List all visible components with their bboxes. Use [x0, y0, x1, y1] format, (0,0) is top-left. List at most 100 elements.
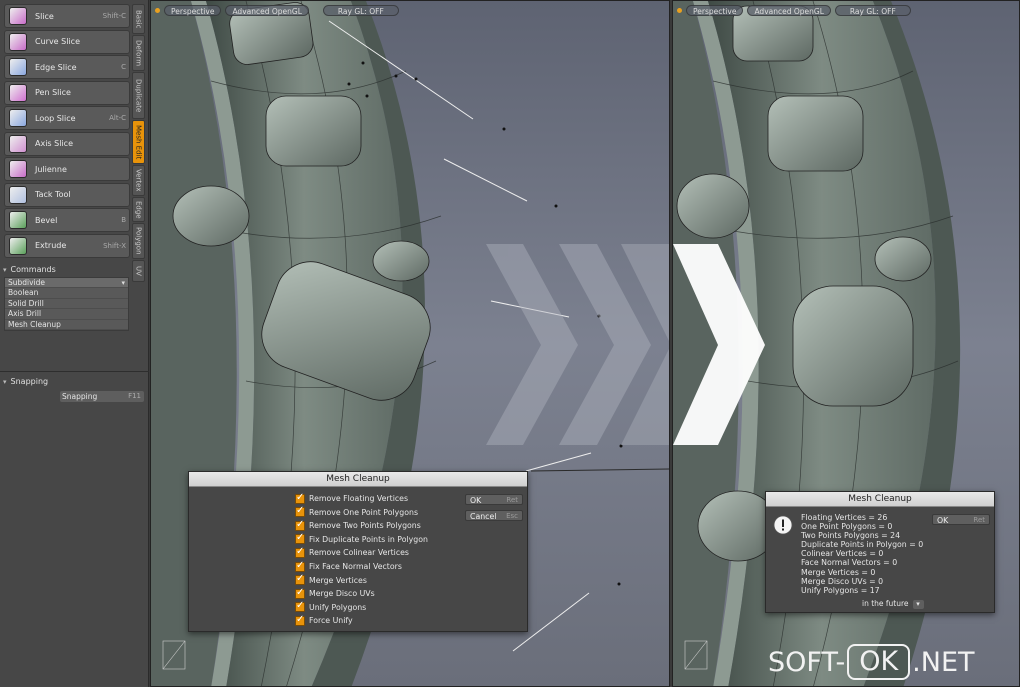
future-dropdown[interactable]: in the future ▾ — [862, 599, 924, 609]
slice-icon — [9, 7, 27, 25]
result-ok-button[interactable]: OK Ret — [932, 514, 990, 525]
checkbox-checked-icon[interactable] — [295, 519, 305, 531]
tool-curve-slice-button[interactable]: Curve Slice — [4, 29, 130, 54]
command-mesh-cleanup[interactable]: Mesh Cleanup — [5, 320, 128, 330]
tab-label: Vertex — [134, 169, 143, 192]
option-remove-colinear-vertices[interactable]: Remove Colinear Vertices — [295, 546, 409, 558]
checkbox-checked-icon[interactable] — [295, 532, 305, 545]
mesh-cleanup-dialog: Mesh Cleanup Remove Floating Vertices Rem… — [188, 471, 528, 632]
tool-axis-slice-button[interactable]: Axis Slice — [4, 131, 130, 156]
checkbox-checked-icon[interactable] — [295, 587, 305, 599]
view-type-button[interactable]: Perspective — [686, 5, 744, 16]
pen-slice-icon — [9, 83, 27, 102]
ok-label: OK — [470, 496, 482, 505]
tool-tack-tool-button[interactable]: Tack Tool — [4, 182, 130, 207]
watermark: SOFT- OK .NET — [768, 644, 1014, 680]
commands-header[interactable]: Commands — [3, 265, 129, 276]
tab-deform[interactable]: Deform — [132, 35, 145, 71]
option-fix-duplicate-points-in-polygon[interactable]: Fix Duplicate Points in Polygon — [295, 532, 428, 545]
tool-slice-button[interactable]: Slice Shift-C — [4, 4, 130, 28]
checkbox-checked-icon[interactable] — [295, 505, 305, 518]
tab-basic[interactable]: Basic — [132, 4, 145, 34]
tab-polygon[interactable]: Polygon — [132, 223, 145, 259]
tool-label: Curve Slice — [35, 37, 80, 46]
command-subdivide[interactable]: Subdivide — [5, 278, 128, 289]
option-label: Fix Face Normal Vectors — [309, 562, 402, 571]
result-line: Colinear Vertices = 0 — [801, 549, 884, 559]
tool-julienne-button[interactable]: Julienne — [4, 157, 130, 181]
tab-label: Deform — [134, 39, 143, 67]
viewport-menu-icon[interactable] — [677, 8, 682, 13]
tool-label: Edge Slice — [35, 62, 77, 72]
checkbox-checked-icon[interactable] — [295, 573, 305, 586]
shading-button[interactable]: Advanced OpenGL — [225, 5, 309, 16]
command-solid-drill[interactable]: Solid Drill — [5, 299, 128, 310]
result-line: Merge Disco UVs = 0 — [801, 576, 884, 586]
checkbox-checked-icon[interactable] — [295, 614, 305, 626]
loop-slice-icon — [9, 109, 27, 127]
result-list: Floating Vertices = 26 One Point Polygons… — [801, 513, 923, 595]
result-line: Floating Vertices = 26 — [801, 513, 888, 522]
option-merge-disco-uvs[interactable]: Merge Disco UVs — [295, 587, 375, 599]
tool-edge-slice-button[interactable]: Edge Slice C — [4, 55, 130, 79]
cancel-button[interactable]: Cancel Esc — [465, 510, 523, 521]
checkbox-checked-icon[interactable] — [295, 546, 305, 558]
snapping-shortcut: F11 — [128, 392, 141, 400]
viewport-after-toolbar: Perspective Advanced OpenGL Ray GL: OFF — [673, 5, 911, 17]
watermark-right: .NET — [912, 646, 975, 678]
checkbox-checked-icon[interactable] — [295, 600, 305, 613]
tool-shortcut: Shift-C — [102, 12, 126, 20]
tool-shortcut: Shift-X — [103, 241, 126, 250]
tab-uv[interactable]: UV — [132, 260, 145, 282]
tab-label: Duplicate — [134, 78, 143, 113]
option-force-unify[interactable]: Force Unify — [295, 614, 353, 626]
snapping-header[interactable]: Snapping — [3, 377, 129, 388]
option-remove-one-point-polygons[interactable]: Remove One Point Polygons — [295, 505, 419, 518]
option-merge-vertices[interactable]: Merge Vertices — [295, 573, 367, 586]
tab-edge[interactable]: Edge — [132, 197, 145, 222]
tool-label: Julienne — [35, 164, 67, 174]
raygl-button[interactable]: Ray GL: OFF — [834, 5, 911, 16]
option-unify-polygons[interactable]: Unify Polygons — [295, 600, 367, 613]
ok-key: Ret — [506, 496, 518, 504]
tool-bevel-button[interactable]: Bevel B — [4, 208, 130, 232]
tool-label: Bevel — [35, 215, 58, 225]
viewport-after[interactable]: Perspective Advanced OpenGL Ray GL: OFF … — [672, 0, 1020, 687]
tool-extrude-button[interactable]: Extrude Shift-X — [4, 233, 130, 258]
tool-label: Pen Slice — [35, 88, 71, 97]
tab-vertex[interactable]: Vertex — [132, 165, 145, 196]
viewport-menu-icon[interactable] — [155, 8, 160, 13]
option-label: Remove One Point Polygons — [309, 507, 419, 517]
tab-mesh-edit[interactable]: Mesh Edit — [132, 120, 145, 164]
option-label: Force Unify — [309, 616, 353, 626]
raygl-button[interactable]: Ray GL: OFF — [322, 5, 399, 16]
command-boolean[interactable]: Boolean — [5, 288, 128, 299]
command-axis-drill[interactable]: Axis Drill — [5, 309, 128, 320]
tool-pen-slice-button[interactable]: Pen Slice — [4, 80, 130, 105]
option-label: Merge Vertices — [309, 575, 367, 585]
option-fix-face-normal-vectors[interactable]: Fix Face Normal Vectors — [295, 560, 402, 572]
result-ok-label: OK — [937, 516, 949, 525]
watermark-mid: OK — [847, 644, 911, 680]
checkbox-checked-icon[interactable] — [295, 492, 305, 504]
option-label: Fix Duplicate Points in Polygon — [309, 534, 428, 544]
option-label: Unify Polygons — [309, 602, 367, 612]
ok-button[interactable]: OK Ret — [465, 494, 523, 505]
tool-loop-slice-button[interactable]: Loop Slice Alt-C — [4, 106, 130, 130]
shading-button[interactable]: Advanced OpenGL — [747, 5, 831, 16]
dialog-title: Mesh Cleanup — [189, 472, 527, 487]
viewport-before[interactable]: Perspective Advanced OpenGL Ray GL: OFF … — [150, 0, 670, 687]
tab-duplicate[interactable]: Duplicate — [132, 72, 145, 119]
mesh-cleanup-result-dialog: Mesh Cleanup Floating Vertices = 26 One P… — [765, 491, 995, 613]
tool-label: Tack Tool — [35, 190, 71, 199]
option-label: Merge Disco UVs — [309, 589, 375, 599]
commands-list: Subdivide Boolean Solid Drill Axis Drill… — [4, 277, 129, 331]
view-type-button[interactable]: Perspective — [164, 5, 222, 16]
snapping-button[interactable]: Snapping F11 — [60, 391, 144, 402]
checkbox-checked-icon[interactable] — [295, 560, 305, 572]
future-dropdown-label: in the future — [862, 599, 909, 608]
tab-label: Polygon — [134, 227, 143, 255]
option-remove-two-points-polygons[interactable]: Remove Two Points Polygons — [295, 519, 421, 531]
curve-slice-icon — [9, 32, 27, 51]
option-remove-floating-vertices[interactable]: Remove Floating Vertices — [295, 492, 408, 504]
